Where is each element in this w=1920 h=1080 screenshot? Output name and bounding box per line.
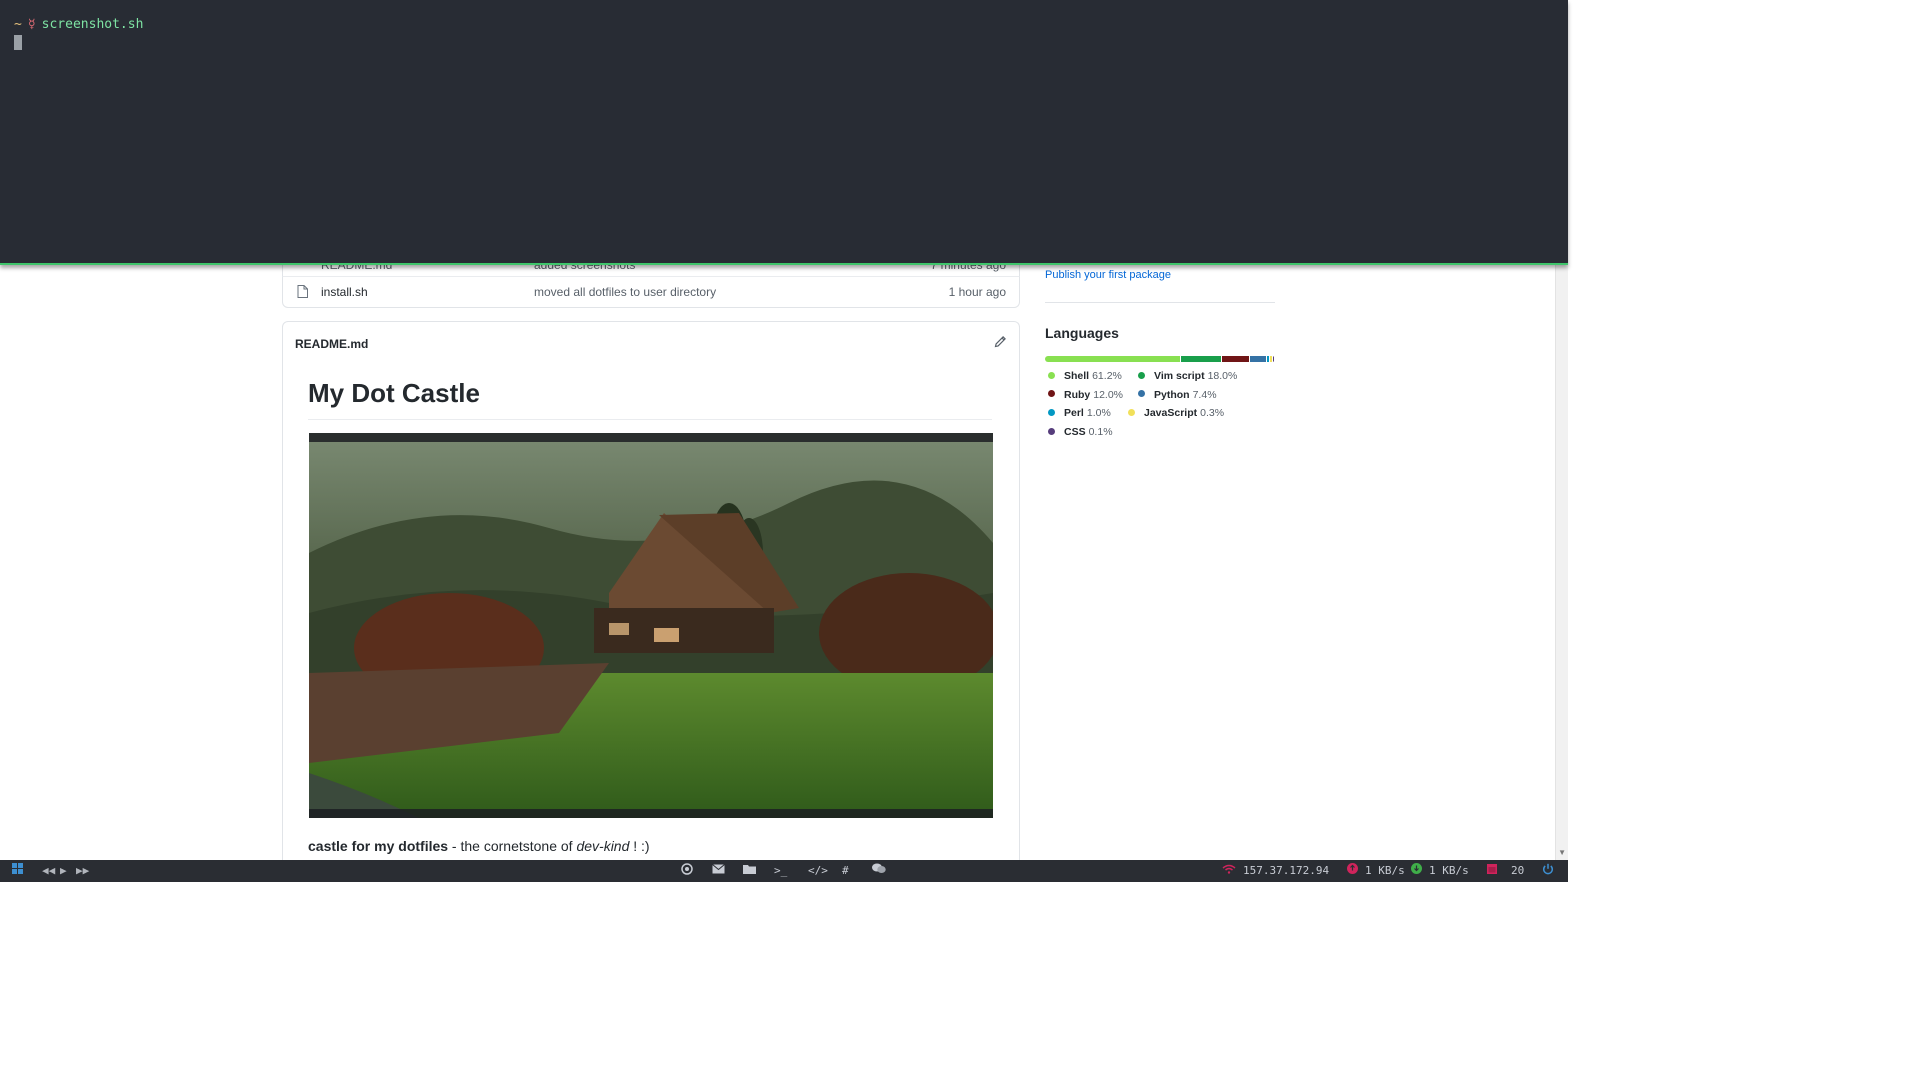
prompt-tilde: ~ — [14, 17, 22, 32]
code-icon[interactable]: </> — [808, 863, 828, 879]
languages-bar — [1045, 356, 1275, 362]
ip-address: 157.37.172.94 — [1243, 864, 1330, 877]
language-bar-segment — [1270, 356, 1272, 362]
language-item[interactable]: Vim script 18.0% — [1138, 370, 1237, 382]
sidebar-divider — [1045, 302, 1275, 303]
desktop-screenshot-image — [309, 433, 993, 818]
wifi-icon — [1222, 863, 1236, 879]
file-icon — [297, 285, 308, 303]
language-color-dot — [1048, 427, 1055, 435]
prompt-symbol: ☿ — [27, 17, 36, 32]
language-item[interactable]: JavaScript 0.3% — [1128, 407, 1224, 419]
fast-forward-icon[interactable]: ▶▶ — [76, 863, 89, 879]
language-color-dot — [1138, 371, 1145, 379]
language-name: Perl — [1064, 407, 1084, 420]
wechat-icon[interactable] — [872, 863, 886, 879]
language-percent: 0.1% — [1088, 426, 1113, 439]
taskbar: ◀◀ ▶ ▶▶ >_ </> # 157.37.172.94 1 KB/s 1 … — [0, 860, 1568, 882]
language-percent: 18.0% — [1207, 370, 1238, 382]
language-name: Vim script — [1154, 370, 1205, 382]
language-color-dot — [1048, 371, 1055, 379]
readme-desc-middle: - the cornetstone of — [448, 838, 577, 854]
readme-title: My Dot Castle — [308, 378, 992, 420]
readme-description: castle for my dotfiles - the cornetstone… — [308, 838, 650, 854]
language-item[interactable]: Shell 61.2% — [1048, 370, 1122, 382]
language-bar-segment — [1045, 356, 1181, 362]
commit-age: 1 hour ago — [948, 285, 1006, 299]
power-icon[interactable] — [1542, 863, 1554, 880]
readme-box: README.md My Dot Castle castle for my do… — [282, 321, 1020, 882]
language-bar-segment — [1272, 356, 1274, 362]
upload-speed: 1 KB/s — [1365, 864, 1405, 877]
terminal-cursor — [14, 35, 22, 50]
download-icon — [1411, 863, 1422, 879]
rewind-icon[interactable]: ◀◀ — [42, 863, 55, 879]
slack-icon[interactable]: # — [842, 863, 849, 879]
windows-icon[interactable] — [12, 863, 23, 879]
language-name: Python — [1154, 388, 1190, 401]
play-icon[interactable]: ▶ — [60, 863, 67, 879]
scroll-down-arrow-icon[interactable]: ▼ — [1558, 848, 1566, 857]
download-speed: 1 KB/s — [1429, 864, 1469, 877]
language-percent: 7.4% — [1192, 388, 1217, 401]
terminal-window[interactable]: ~ ☿ screenshot.sh — [0, 0, 1568, 265]
mail-icon[interactable] — [712, 863, 725, 879]
readme-desc-bold: castle for my dotfiles — [308, 838, 449, 854]
language-color-dot — [1138, 390, 1145, 398]
language-name: JavaScript — [1144, 407, 1198, 420]
language-bar-segment — [1181, 356, 1222, 362]
language-item[interactable]: Ruby 12.0% — [1048, 389, 1123, 401]
language-percent: 61.2% — [1092, 370, 1122, 382]
language-name: Shell — [1064, 370, 1090, 382]
readme-desc-end: ! :) — [629, 838, 650, 854]
language-bar-segment — [1249, 356, 1267, 362]
language-item[interactable]: Python 7.4% — [1138, 389, 1217, 401]
language-color-dot — [1048, 409, 1055, 417]
readme-filename: README.md — [295, 337, 369, 351]
file-name[interactable]: install.sh — [321, 285, 368, 299]
language-item[interactable]: CSS 0.1% — [1048, 426, 1113, 438]
languages-heading: Languages — [1045, 325, 1119, 341]
language-bar-segment — [1267, 356, 1270, 362]
language-name: Ruby — [1064, 388, 1091, 401]
language-percent: 12.0% — [1093, 388, 1124, 401]
file-row-install[interactable]: install.sh moved all dotfiles to user di… — [282, 276, 1020, 308]
language-name: CSS — [1064, 426, 1086, 439]
terminal-command: screenshot.sh — [41, 17, 144, 32]
calendar-icon — [1487, 863, 1497, 879]
upload-icon — [1347, 863, 1358, 879]
updates-count: 20 — [1511, 864, 1525, 877]
readme-desc-italic: dev-kind — [576, 838, 630, 854]
terminal-prompt: ~ ☿ screenshot.sh — [14, 17, 143, 32]
commit-message[interactable]: moved all dotfiles to user directory — [534, 285, 716, 299]
language-percent: 1.0% — [1086, 407, 1111, 420]
language-bar-segment — [1222, 356, 1249, 362]
folder-icon[interactable] — [743, 863, 756, 879]
language-color-dot — [1128, 409, 1135, 417]
language-item[interactable]: Perl 1.0% — [1048, 407, 1111, 419]
pencil-icon[interactable] — [994, 335, 1007, 353]
chrome-icon[interactable] — [681, 863, 693, 880]
language-color-dot — [1048, 390, 1055, 398]
publish-package-link[interactable]: Publish your first package — [1045, 269, 1171, 281]
terminal-icon[interactable]: >_ — [774, 863, 787, 879]
language-percent: 0.3% — [1200, 407, 1225, 420]
page-scrollbar[interactable] — [1555, 263, 1568, 860]
